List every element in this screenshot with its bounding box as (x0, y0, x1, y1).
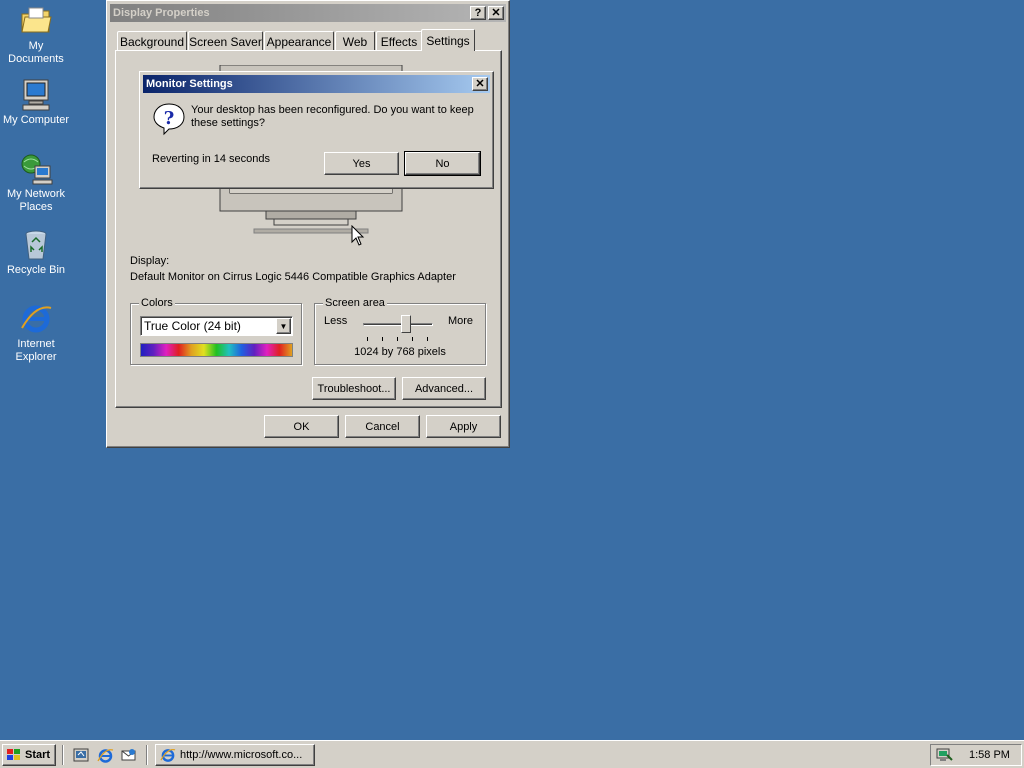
desktop-icon-label: Recycle Bin (6, 264, 66, 276)
dialog-message: Your desktop has been reconfigured. Do y… (191, 104, 474, 129)
internet-explorer-icon[interactable] (97, 747, 114, 764)
less-label: Less (324, 315, 348, 327)
taskbar-separator (62, 745, 64, 765)
window-title: Display Properties (113, 7, 210, 19)
tab-web[interactable]: Web (335, 31, 375, 51)
colors-dropdown[interactable]: True Color (24 bit) ▼ (140, 316, 293, 336)
tab-background[interactable]: Background (117, 31, 187, 51)
desktop-icon-recycle-bin[interactable]: Recycle Bin (0, 228, 72, 277)
taskbar-separator (146, 745, 148, 765)
computer-icon (22, 79, 50, 111)
dialog-title: Monitor Settings (146, 78, 233, 90)
recycle-bin-icon (25, 230, 47, 260)
colors-group: Colors True Color (24 bit) ▼ (130, 297, 302, 365)
display-properties-titlebar[interactable]: Display Properties ? ✕ (110, 4, 506, 22)
desktop-icon-label: My Computer (2, 114, 70, 126)
tab-appearance[interactable]: Appearance (264, 31, 334, 51)
colors-selected-value: True Color (24 bit) (144, 319, 241, 333)
screen-area-legend: Screen area (323, 297, 387, 309)
monitor-settings-titlebar[interactable]: Monitor Settings ✕ (143, 75, 490, 93)
folder-icon (21, 7, 52, 33)
chevron-down-icon[interactable]: ▼ (276, 318, 291, 334)
ok-button[interactable]: OK (264, 415, 339, 438)
screen-resolution-value: 1024 by 768 pixels (354, 346, 446, 358)
question-icon: ? (153, 103, 185, 136)
network-icon (21, 154, 53, 185)
display-label: Display: (130, 255, 170, 267)
taskbar-item-internet-explorer[interactable]: http://www.microsoft.co... (155, 744, 315, 766)
advanced-button[interactable]: Advanced... (402, 377, 486, 400)
svg-text:?: ? (164, 108, 175, 129)
revert-countdown: Reverting in 14 seconds (152, 153, 271, 165)
show-desktop-icon[interactable] (73, 747, 90, 764)
display-adapter-value: Default Monitor on Cirrus Logic 5446 Com… (130, 271, 456, 283)
desktop-icon-my-computer[interactable]: My Computer (0, 78, 72, 127)
close-button[interactable]: ✕ (488, 6, 504, 20)
slider-ticks (367, 337, 431, 341)
tab-screen-saver[interactable]: Screen Saver (188, 31, 263, 51)
tab-settings[interactable]: Settings (421, 29, 475, 51)
desktop-icon-my-network-places[interactable]: My Network Places (0, 152, 72, 214)
yes-button[interactable]: Yes (324, 152, 399, 175)
screen-area-group: Screen area Less More 1024 by 768 pixels (314, 297, 486, 365)
mouse-cursor-icon (351, 225, 365, 246)
display-properties-window: Display Properties ? ✕ Background Screen… (106, 0, 510, 448)
tab-effects[interactable]: Effects (376, 31, 422, 51)
desktop-icon-label: My Network Places (6, 188, 66, 213)
close-button[interactable]: ✕ (472, 77, 488, 91)
monitor-settings-dialog: Monitor Settings ✕ ? Your desktop has be… (139, 71, 494, 189)
desktop-icon-internet-explorer[interactable]: Internet Explorer (0, 302, 72, 364)
system-tray: 1:58 PM (930, 744, 1022, 766)
troubleshoot-button[interactable]: Troubleshoot... (312, 377, 396, 400)
colors-legend: Colors (139, 297, 175, 309)
windows-logo-icon (7, 749, 20, 760)
color-spectrum-bar (140, 343, 293, 357)
more-label: More (447, 315, 473, 327)
display-settings-tray-icon[interactable] (935, 747, 953, 763)
apply-button[interactable]: Apply (426, 415, 501, 438)
clock[interactable]: 1:58 PM (969, 749, 1010, 761)
desktop-icon-label: Internet Explorer (15, 338, 57, 363)
taskbar: Start http://www.microsoft.co... 1:58 PM (0, 740, 1024, 768)
internet-explorer-icon (21, 305, 52, 333)
no-button[interactable]: No (404, 151, 481, 176)
desktop-icon-label: My Documents (8, 40, 64, 65)
help-button[interactable]: ? (470, 6, 486, 20)
start-button[interactable]: Start (2, 744, 56, 766)
internet-explorer-icon (160, 748, 176, 762)
cancel-button[interactable]: Cancel (345, 415, 420, 438)
slider-track[interactable] (363, 323, 433, 326)
slider-thumb[interactable] (401, 315, 411, 333)
taskbar-item-label: http://www.microsoft.co... (180, 749, 303, 761)
desktop-icon-my-documents[interactable]: My Documents (0, 4, 72, 66)
start-label: Start (25, 749, 51, 761)
outlook-express-icon[interactable] (120, 747, 137, 764)
